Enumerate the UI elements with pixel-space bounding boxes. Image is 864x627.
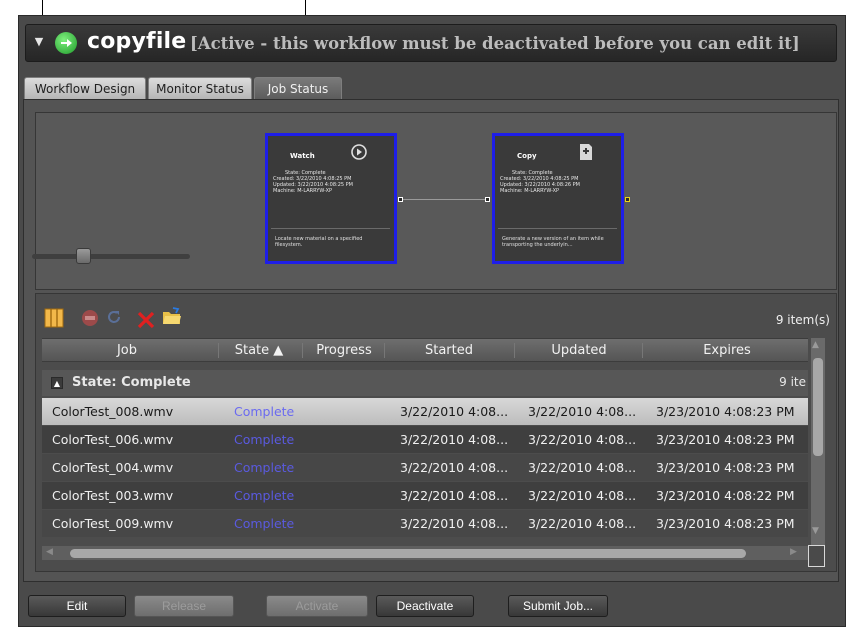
- stop-icon[interactable]: [80, 308, 100, 328]
- cell-progress: [310, 454, 382, 481]
- columns-icon[interactable]: [44, 308, 64, 328]
- cell-started: 3/22/2010 4:08...: [400, 516, 509, 531]
- group-label: State: Complete: [72, 375, 191, 390]
- item-count: 9 item(s): [775, 313, 830, 327]
- cell-updated: 3/22/2010 4:08...: [528, 488, 637, 503]
- copy-icon: [580, 144, 592, 160]
- cell-started: 3/22/2010 4:08...: [400, 404, 509, 419]
- cell-job: ColorTest_004.wmv: [52, 460, 174, 475]
- column-separator[interactable]: [384, 343, 385, 358]
- node-watch-title: Watch: [290, 152, 315, 160]
- table-row[interactable]: ColorTest_009.wmv Complete 3/22/2010 4:08.…: [42, 510, 808, 537]
- cell-state: Complete: [234, 404, 295, 419]
- cell-expires: 3/23/2010 4:08:23 PM: [656, 460, 795, 475]
- group-count: 9 ite: [779, 375, 806, 389]
- refresh-icon[interactable]: [104, 308, 124, 328]
- column-separator[interactable]: [218, 343, 219, 358]
- column-separator[interactable]: [302, 343, 303, 358]
- node-copy-description: Generate a new version of an item while …: [502, 236, 604, 248]
- zoom-slider-thumb[interactable]: [76, 248, 91, 264]
- column-header-state[interactable]: State ▲: [222, 339, 296, 362]
- node-watch-machine: Machine: M-LARRYW-XP: [273, 188, 333, 194]
- cell-progress: [310, 398, 382, 425]
- cell-state: Complete: [234, 432, 295, 447]
- tab-job-status[interactable]: Job Status: [254, 77, 342, 100]
- column-header-job[interactable]: Job: [42, 339, 212, 362]
- scroll-down-arrow[interactable]: ▼: [812, 526, 819, 536]
- zoom-slider-track[interactable]: [32, 254, 190, 259]
- cell-progress: [310, 482, 382, 509]
- table-row[interactable]: ColorTest_008.wmv Complete 3/22/2010 4:08.…: [42, 398, 808, 425]
- column-separator[interactable]: [642, 343, 643, 358]
- cell-expires: 3/23/2010 4:08:23 PM: [656, 404, 795, 419]
- cell-updated: 3/22/2010 4:08...: [528, 516, 637, 531]
- node-copy[interactable]: Copy State: Complete Created: 3/22/2010 …: [492, 133, 624, 264]
- column-header-started[interactable]: Started: [388, 339, 510, 362]
- deactivate-button[interactable]: Deactivate: [376, 595, 474, 617]
- submit-job-button[interactable]: Submit Job...: [508, 595, 608, 617]
- table-row[interactable]: ColorTest_004.wmv Complete 3/22/2010 4:08.…: [42, 454, 808, 481]
- node-connector: [403, 199, 485, 200]
- table-row[interactable]: ColorTest_006.wmv Complete 3/22/2010 4:08.…: [42, 426, 808, 453]
- delete-icon[interactable]: [136, 310, 156, 330]
- watch-icon: [351, 144, 367, 160]
- horizontal-scrollbar-thumb[interactable]: [70, 549, 746, 558]
- node-watch-details: State: Complete Created: 3/22/2010 4:08:…: [273, 170, 391, 194]
- table-row[interactable]: ColorTest_003.wmv Complete 3/22/2010 4:08.…: [42, 482, 808, 509]
- cell-expires: 3/23/2010 4:08:23 PM: [656, 432, 795, 447]
- workflow-designer-canvas: [35, 112, 837, 290]
- collapse-button[interactable]: ▼: [32, 35, 46, 49]
- cell-progress: [310, 510, 382, 537]
- group-collapse-toggle[interactable]: ▲: [51, 377, 63, 389]
- scroll-up-arrow[interactable]: ▲: [812, 340, 819, 350]
- cell-updated: 3/22/2010 4:08...: [528, 460, 637, 475]
- activate-button[interactable]: Activate: [266, 595, 368, 617]
- cell-job: ColorTest_009.wmv: [52, 516, 174, 531]
- column-header-expires[interactable]: Expires: [646, 339, 808, 362]
- cell-started: 3/22/2010 4:08...: [400, 432, 509, 447]
- node-copy-input-port[interactable]: [485, 197, 490, 202]
- tab-monitor-status[interactable]: Monitor Status: [148, 77, 252, 100]
- node-watch[interactable]: Watch State: Complete Created: 3/22/2010…: [265, 133, 397, 264]
- cell-updated: 3/22/2010 4:08...: [528, 404, 637, 419]
- group-row[interactable]: ▲ State: Complete 9 ite: [42, 370, 808, 396]
- node-copy-machine: Machine: M-LARRYW-XP: [500, 188, 560, 194]
- column-separator[interactable]: [514, 343, 515, 358]
- vertical-scrollbar-thumb[interactable]: [813, 358, 823, 456]
- edit-button[interactable]: Edit: [28, 595, 126, 617]
- cell-expires: 3/23/2010 4:08:22 PM: [656, 488, 795, 503]
- node-copy-divider: [498, 228, 617, 229]
- tab-workflow-design[interactable]: Workflow Design: [24, 77, 146, 100]
- column-header-progress[interactable]: Progress: [306, 339, 382, 362]
- node-copy-title: Copy: [517, 152, 537, 160]
- workflow-name: copyfile: [87, 29, 187, 54]
- cell-job: ColorTest_008.wmv: [52, 404, 174, 419]
- node-copy-output-port[interactable]: [625, 197, 630, 202]
- cell-state: Complete: [234, 460, 295, 475]
- node-copy-details: State: Complete Created: 3/22/2010 4:08:…: [500, 170, 618, 194]
- job-grid-header: Job State ▲ Progress Started Updated Exp…: [42, 338, 808, 362]
- release-button[interactable]: Release: [134, 595, 234, 617]
- cell-job: ColorTest_006.wmv: [52, 432, 174, 447]
- cell-state: Complete: [234, 516, 295, 531]
- cell-progress: [310, 426, 382, 453]
- open-folder-icon[interactable]: [162, 306, 182, 326]
- go-icon: [55, 32, 77, 54]
- scroll-right-arrow[interactable]: ▶: [790, 547, 797, 557]
- node-watch-description: Locate new material on a specified files…: [275, 236, 363, 248]
- scrollbar-corner: [808, 545, 825, 567]
- node-watch-divider: [271, 228, 390, 229]
- cell-expires: 3/23/2010 4:08:23 PM: [656, 516, 795, 531]
- column-header-updated[interactable]: Updated: [518, 339, 640, 362]
- cell-updated: 3/22/2010 4:08...: [528, 432, 637, 447]
- workflow-status: [Active - this workflow must be deactiva…: [190, 34, 800, 53]
- cell-started: 3/22/2010 4:08...: [400, 488, 509, 503]
- scroll-left-arrow[interactable]: ◀: [46, 547, 53, 557]
- cell-state: Complete: [234, 488, 295, 503]
- cell-started: 3/22/2010 4:08...: [400, 460, 509, 475]
- cell-job: ColorTest_003.wmv: [52, 488, 174, 503]
